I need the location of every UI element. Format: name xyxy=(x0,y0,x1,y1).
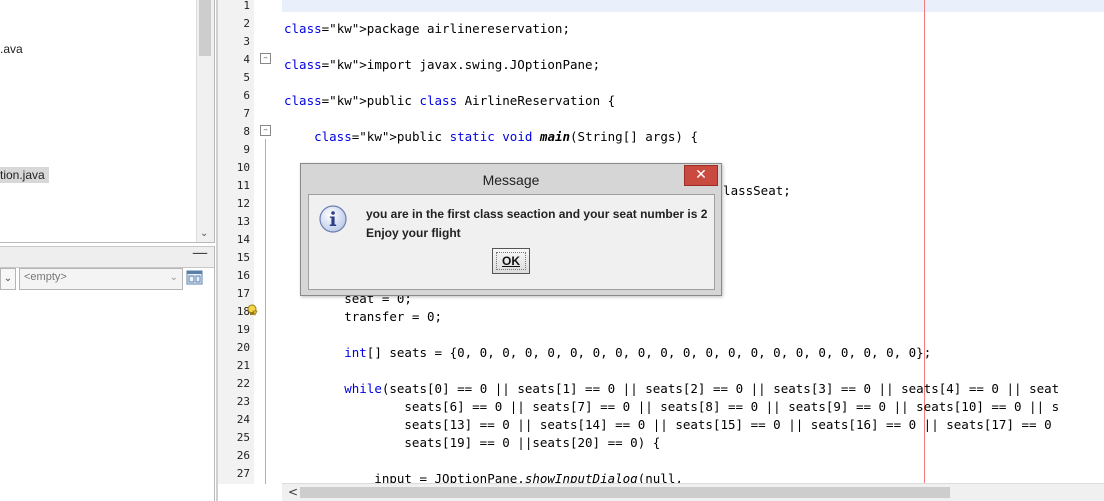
code-line[interactable]: int[] seats = {0, 0, 0, 0, 0, 0, 0, 0, 0… xyxy=(284,345,931,360)
fold-column: – – xyxy=(256,0,278,484)
message-subtext: Enjoy your flight xyxy=(366,226,461,240)
code-line[interactable]: while(seats[0] == 0 || seats[1] == 0 || … xyxy=(284,381,1059,396)
scroll-down-icon[interactable]: ⌄ xyxy=(200,228,208,239)
close-button[interactable]: ✕ xyxy=(684,165,718,186)
current-line-highlight xyxy=(282,0,1104,12)
navigator-header: — xyxy=(0,243,214,268)
editor-horizontal-scrollbar[interactable]: < xyxy=(282,483,1104,501)
line-number: 4 xyxy=(243,53,250,66)
line-number: 27 xyxy=(236,467,250,480)
line-number: 11 xyxy=(236,179,250,192)
line-number: 3 xyxy=(243,35,250,48)
line-number: 8 xyxy=(243,125,250,138)
projects-panel: .ava tion.java ⌄ xyxy=(0,0,215,243)
code-line[interactable]: class="kw">public static void main(Strin… xyxy=(284,129,698,144)
line-number: 21 xyxy=(236,359,250,372)
code-line[interactable]: class="kw">package airlinereservation; xyxy=(284,21,570,36)
scroll-left-icon[interactable]: < xyxy=(288,485,298,499)
line-number: 25 xyxy=(236,431,250,444)
navigator-panel: — ⌄ <empty> ⌄ xyxy=(0,243,215,501)
project-tree-item-selected[interactable]: tion.java xyxy=(0,167,49,183)
minimize-icon[interactable]: — xyxy=(192,243,208,262)
code-line[interactable]: seats[6] == 0 || seats[7] == 0 || seats[… xyxy=(284,399,1059,414)
line-number: 6 xyxy=(243,89,250,102)
code-line[interactable]: transfer = 0; xyxy=(284,309,442,324)
line-number: 26 xyxy=(236,449,250,462)
navigator-view-dropdown[interactable]: ⌄ xyxy=(0,268,16,290)
line-number: 20 xyxy=(236,341,250,354)
code-line[interactable]: seats[19] == 0 ||seats[20] == 0) { xyxy=(284,435,660,450)
project-tree-item[interactable]: .ava xyxy=(0,42,23,56)
navigator-member-dropdown[interactable]: <empty> ⌄ xyxy=(19,268,183,290)
left-panels: .ava tion.java ⌄ — ⌄ <empty> ⌄ xyxy=(0,0,216,501)
line-number: 14 xyxy=(236,233,250,246)
scrollbar-thumb[interactable] xyxy=(199,0,211,56)
line-number: 19 xyxy=(236,323,250,336)
scrollbar-thumb[interactable] xyxy=(300,487,950,498)
focus-ring xyxy=(496,252,526,270)
info-icon xyxy=(319,205,347,233)
line-number: 12 xyxy=(236,197,250,210)
lightbulb-hint-icon[interactable] xyxy=(246,304,258,316)
dialog-content: you are in the first class seaction and … xyxy=(308,194,715,290)
dialog-title: Message xyxy=(482,172,540,188)
code-line[interactable]: class="kw">import javax.swing.JOptionPan… xyxy=(284,57,600,72)
line-number: 22 xyxy=(236,377,250,390)
fold-collapse-icon[interactable]: – xyxy=(260,125,271,136)
ok-button[interactable]: OK xyxy=(492,248,530,274)
fold-guide-line xyxy=(265,139,266,484)
line-number: 1 xyxy=(243,0,250,12)
projects-vertical-scrollbar[interactable]: ⌄ xyxy=(196,0,214,242)
line-number: 23 xyxy=(236,395,250,408)
line-number: 2 xyxy=(243,17,250,30)
line-number: 16 xyxy=(236,269,250,282)
filter-icon[interactable] xyxy=(186,269,204,287)
line-number: 7 xyxy=(243,107,250,120)
line-number: 15 xyxy=(236,251,250,264)
fold-collapse-icon[interactable]: – xyxy=(260,53,271,64)
dropdown-value: <empty> xyxy=(24,271,67,283)
line-number-gutter: 1 2 3 4 5 6 7 8 9 10 11 12 13 14 15 16 17 18 19 20 21 22 23 24 2… xyxy=(218,0,254,484)
line-number: 24 xyxy=(236,413,250,426)
line-number: 5 xyxy=(243,71,250,84)
line-number: 10 xyxy=(236,161,250,174)
line-number: 9 xyxy=(243,143,250,156)
message-text: you are in the first class seaction and … xyxy=(366,207,708,221)
line-number: 13 xyxy=(236,215,250,228)
code-line[interactable]: seats[13] == 0 || seats[14] == 0 || seat… xyxy=(284,417,1051,432)
chevron-down-icon: ⌄ xyxy=(169,272,178,283)
message-dialog: Message ✕ you are in the first class sea… xyxy=(300,163,722,296)
code-line[interactable]: class="kw">public class AirlineReservati… xyxy=(284,93,615,108)
line-number: 17 xyxy=(236,287,250,300)
